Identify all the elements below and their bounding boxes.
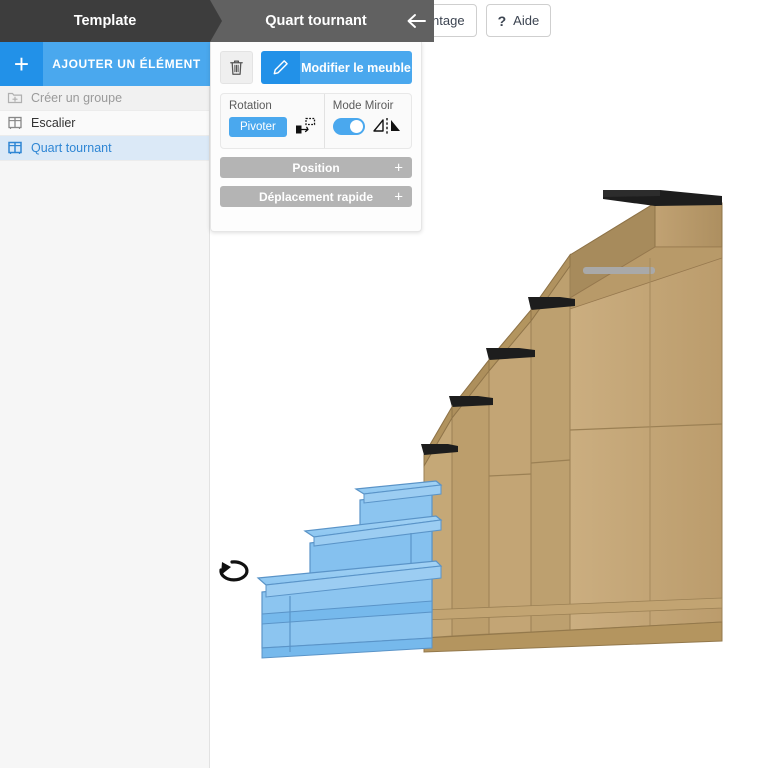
- edit-furniture-label: Modifier le meuble: [300, 51, 412, 84]
- rotation-section: Rotation Pivoter: [221, 94, 324, 148]
- add-plus-icon[interactable]: +: [0, 42, 43, 86]
- help-label: Aide: [513, 13, 540, 28]
- cabinet-tall-block: [569, 190, 723, 631]
- rotate-object-icon: [295, 117, 315, 134]
- quick-move-label: Déplacement rapide: [258, 189, 374, 204]
- question-mark-icon: ?: [497, 12, 507, 29]
- arrow-left-icon: [407, 14, 426, 28]
- rotation-title: Rotation: [229, 100, 272, 112]
- panel-title-selection: Quart tournant: [210, 0, 422, 42]
- selected-quarter-turn-steps: [256, 480, 443, 659]
- position-expand-icon[interactable]: +: [394, 160, 403, 175]
- transform-card: Rotation Pivoter Mode Miroir: [220, 93, 412, 149]
- element-properties-panel: Modifier le meuble Rotation Pivoter Mode…: [210, 42, 422, 232]
- cabinet-step-4: [449, 358, 493, 637]
- sidebar-item-creer-un-groupe[interactable]: Créer un groupe: [0, 86, 209, 111]
- cabinet-icon: [8, 141, 22, 154]
- position-label: Position: [292, 160, 340, 175]
- edit-furniture-button[interactable]: Modifier le meuble: [261, 51, 412, 84]
- mirror-section: Mode Miroir: [323, 94, 411, 148]
- panel-title-template: Template: [0, 0, 210, 42]
- mirror-flip-icon: [373, 118, 400, 134]
- add-element-label[interactable]: AJOUTER UN ÉLÉMENT: [43, 42, 210, 86]
- sidebar-item-label: Quart tournant: [31, 141, 112, 155]
- action-row: Modifier le meuble: [220, 51, 412, 84]
- breadcrumb-chevron: [210, 0, 222, 42]
- back-button[interactable]: [398, 0, 434, 42]
- quick-move-section-button[interactable]: Déplacement rapide +: [220, 186, 412, 207]
- pencil-icon: [273, 60, 288, 75]
- folder-plus-icon: [7, 92, 23, 104]
- mirror-title: Mode Miroir: [332, 100, 394, 112]
- element-tree-sidebar: + AJOUTER UN ÉLÉMENT Créer un groupe Esc…: [0, 42, 210, 768]
- cabinet-step-3: [486, 308, 535, 635]
- cabinet-icon: [8, 116, 22, 129]
- pivot-button[interactable]: Pivoter: [229, 117, 287, 137]
- sidebar-item-label: Créer un groupe: [31, 91, 123, 105]
- mirror-toggle[interactable]: [332, 117, 365, 135]
- sidebar-item-escalier[interactable]: Escalier: [0, 111, 209, 136]
- trash-icon: [230, 60, 243, 75]
- sidebar-item-label: Escalier: [31, 116, 76, 130]
- add-element-button[interactable]: + AJOUTER UN ÉLÉMENT: [0, 42, 210, 86]
- delete-button[interactable]: [220, 51, 253, 84]
- pencil-icon-wrap: [261, 51, 300, 84]
- help-button[interactable]: ? Aide: [485, 4, 552, 37]
- rotate-arrow-icon[interactable]: [219, 560, 249, 582]
- template-title-text: Template: [73, 13, 137, 29]
- app-root: Montage ? Aide Template Quart tournant +…: [0, 0, 769, 768]
- cabinet-step-2: [528, 253, 575, 633]
- position-section-button[interactable]: Position +: [220, 157, 412, 178]
- quick-move-expand-icon[interactable]: +: [394, 189, 403, 204]
- sidebar-item-quart-tournant[interactable]: Quart tournant: [0, 136, 209, 161]
- selection-title-text: Quart tournant: [265, 13, 367, 29]
